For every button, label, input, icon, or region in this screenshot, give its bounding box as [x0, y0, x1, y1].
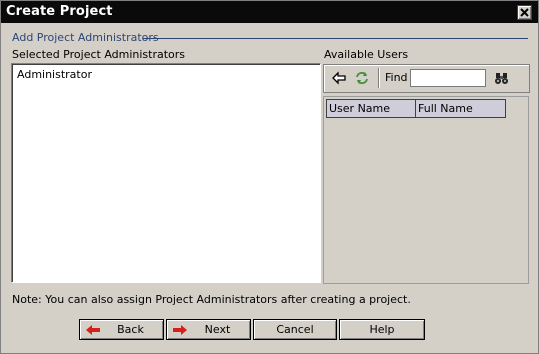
- find-label: Find: [385, 71, 408, 84]
- title-bar: Create Project: [1, 1, 538, 23]
- selected-admins-list[interactable]: Administrator: [11, 63, 321, 283]
- refresh-icon: [356, 72, 368, 84]
- find-button[interactable]: [493, 69, 511, 87]
- users-toolbar: Find: [323, 64, 530, 93]
- add-user-button[interactable]: [330, 69, 348, 87]
- back-button[interactable]: Back: [79, 319, 164, 340]
- next-label: Next: [204, 323, 231, 336]
- selected-admins-label: Selected Project Administrators: [12, 48, 186, 61]
- column-full-name[interactable]: Full Name: [416, 100, 505, 117]
- toolbar-separator: [378, 68, 379, 88]
- group-divider: [143, 38, 528, 39]
- create-project-dialog: Create Project Add Project Administrator…: [0, 0, 539, 354]
- refresh-button[interactable]: [353, 69, 371, 87]
- arrow-right-icon: [173, 325, 187, 335]
- close-button[interactable]: [517, 5, 532, 20]
- dialog-title: Create Project: [6, 4, 113, 19]
- binoculars-icon: [495, 73, 508, 84]
- find-input[interactable]: [410, 69, 486, 87]
- help-label: Help: [369, 323, 395, 336]
- close-icon: [520, 8, 529, 17]
- available-users-label: Available Users: [324, 48, 409, 61]
- note-text: Note: You can also assign Project Admini…: [12, 293, 411, 306]
- arrow-left-icon: [332, 71, 346, 85]
- cancel-label: Cancel: [276, 323, 314, 336]
- available-users-grid[interactable]: User Name Full Name: [323, 96, 529, 284]
- cancel-button[interactable]: Cancel: [253, 319, 337, 340]
- group-label: Add Project Administrators: [12, 31, 163, 44]
- back-label: Back: [117, 323, 144, 336]
- list-item[interactable]: Administrator: [17, 68, 92, 81]
- help-button[interactable]: Help: [339, 319, 425, 340]
- column-user-name[interactable]: User Name: [327, 100, 416, 117]
- grid-header: User Name Full Name: [326, 99, 506, 118]
- next-button[interactable]: Next: [166, 319, 251, 340]
- arrow-left-icon: [86, 325, 100, 335]
